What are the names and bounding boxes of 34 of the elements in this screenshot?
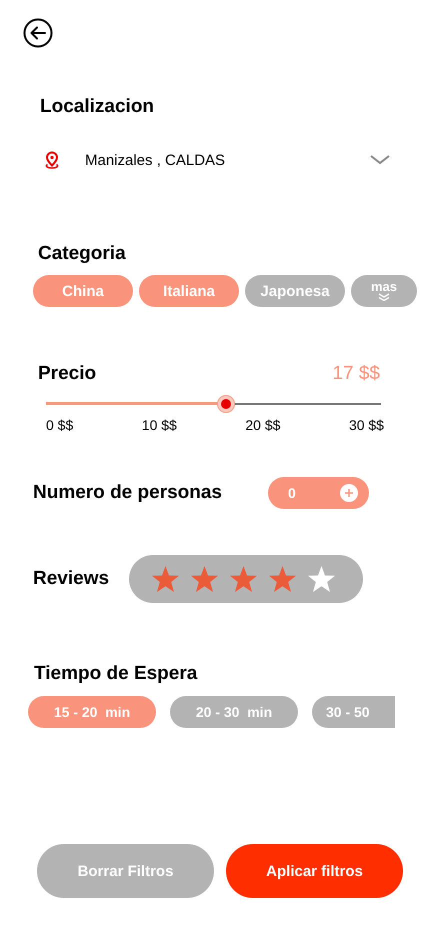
price-reading: 17 $$ xyxy=(332,363,380,385)
chip[interactable]: 20 - 30 min xyxy=(170,696,298,728)
chip[interactable]: 30 - 50 xyxy=(312,696,395,728)
star-icon[interactable] xyxy=(307,565,336,593)
chip[interactable]: Japonesa xyxy=(245,275,345,307)
apply-button[interactable]: Aplicar filtros xyxy=(226,844,403,898)
chip[interactable]: Italiana xyxy=(139,275,239,307)
slider-thumb[interactable] xyxy=(216,395,235,413)
star-icon[interactable] xyxy=(190,565,220,593)
plus-icon[interactable] xyxy=(340,484,358,502)
section-title: Numero de personas xyxy=(33,482,222,504)
tick-label: 10 $$ xyxy=(142,417,177,433)
section-title: Localizacion xyxy=(40,96,156,118)
section-title: Precio xyxy=(38,363,96,385)
price-slider[interactable] xyxy=(46,394,381,414)
chip[interactable]: China xyxy=(33,275,133,307)
section-title: Reviews xyxy=(33,568,110,590)
back-button[interactable] xyxy=(23,18,53,48)
location-pin-icon xyxy=(44,151,60,169)
double-chevron-icon xyxy=(378,293,390,301)
clear-button[interactable]: Borrar Filtros xyxy=(37,844,214,898)
more-button[interactable]: mas xyxy=(351,275,417,307)
people-stepper[interactable]: 0 xyxy=(268,477,369,509)
location-value: Manizales , CALDAS xyxy=(85,152,226,168)
chevron-down-icon[interactable] xyxy=(370,154,390,166)
tick-label: 20 $$ xyxy=(245,417,280,433)
star-icon[interactable] xyxy=(268,565,298,593)
star-icon[interactable] xyxy=(151,565,180,593)
section-title: Tiempo de Espera xyxy=(34,663,198,685)
star-icon[interactable] xyxy=(229,565,258,593)
chip[interactable]: 15 - 20 min xyxy=(28,696,156,728)
section-title: Categoria xyxy=(38,243,127,265)
tick-label: 0 $$ xyxy=(46,417,74,433)
tick-label: 30 $$ xyxy=(348,417,384,433)
